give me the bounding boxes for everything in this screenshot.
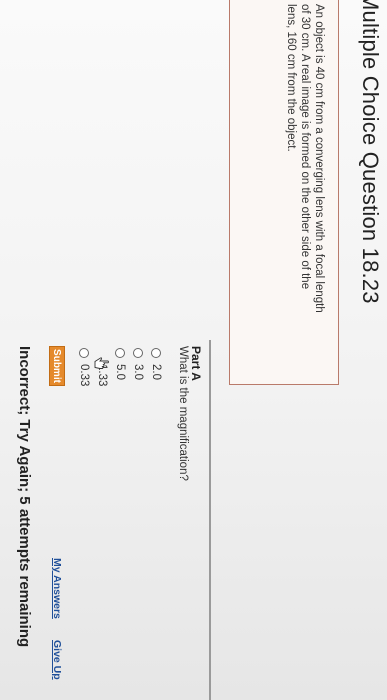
choice-option[interactable]: 3.0: [130, 348, 146, 386]
choice-label: 3.0: [132, 364, 144, 380]
question-text-line-2: of 30 cm. A real image is formed on the …: [299, 4, 311, 290]
choice-option[interactable]: 0.33: [76, 348, 92, 386]
radio-button-icon[interactable]: [133, 348, 143, 358]
choice-option[interactable]: 2.0: [148, 348, 164, 386]
page-title: Multiple Choice Question 18.23: [358, 0, 383, 304]
question-box: An object is 40 cm from a converging len…: [229, 0, 339, 385]
radio-button-icon[interactable]: [115, 348, 125, 358]
choice-label: 5.0: [114, 364, 126, 380]
feedback-message: Incorrect; Try Again; 5 attempts remaini…: [16, 346, 33, 648]
radio-button-icon[interactable]: [151, 348, 161, 358]
give-up-link[interactable]: Give Up: [51, 640, 63, 680]
question-text-line-3: lens, 160 cm from the object.: [285, 4, 297, 152]
rotated-page: Multiple Choice Question 18.23 An object…: [0, 0, 387, 700]
my-answers-link[interactable]: My Answers: [51, 558, 63, 619]
choice-option[interactable]: 5.0: [112, 348, 128, 386]
part-divider: [209, 340, 211, 700]
part-prompt: What is the magnification?: [177, 346, 189, 481]
answer-choices: 2.0 3.0 5.0 1.33 0.33: [74, 348, 164, 386]
hand-cursor-icon: [94, 357, 109, 369]
submit-button[interactable]: Submit: [49, 346, 65, 386]
part-label: Part A: [189, 346, 203, 381]
choice-label: 2.0: [150, 364, 162, 380]
choice-label: 0.33: [78, 364, 90, 387]
question-text-line-1: An object is 40 cm from a converging len…: [313, 4, 325, 313]
radio-button-icon[interactable]: [79, 348, 89, 358]
